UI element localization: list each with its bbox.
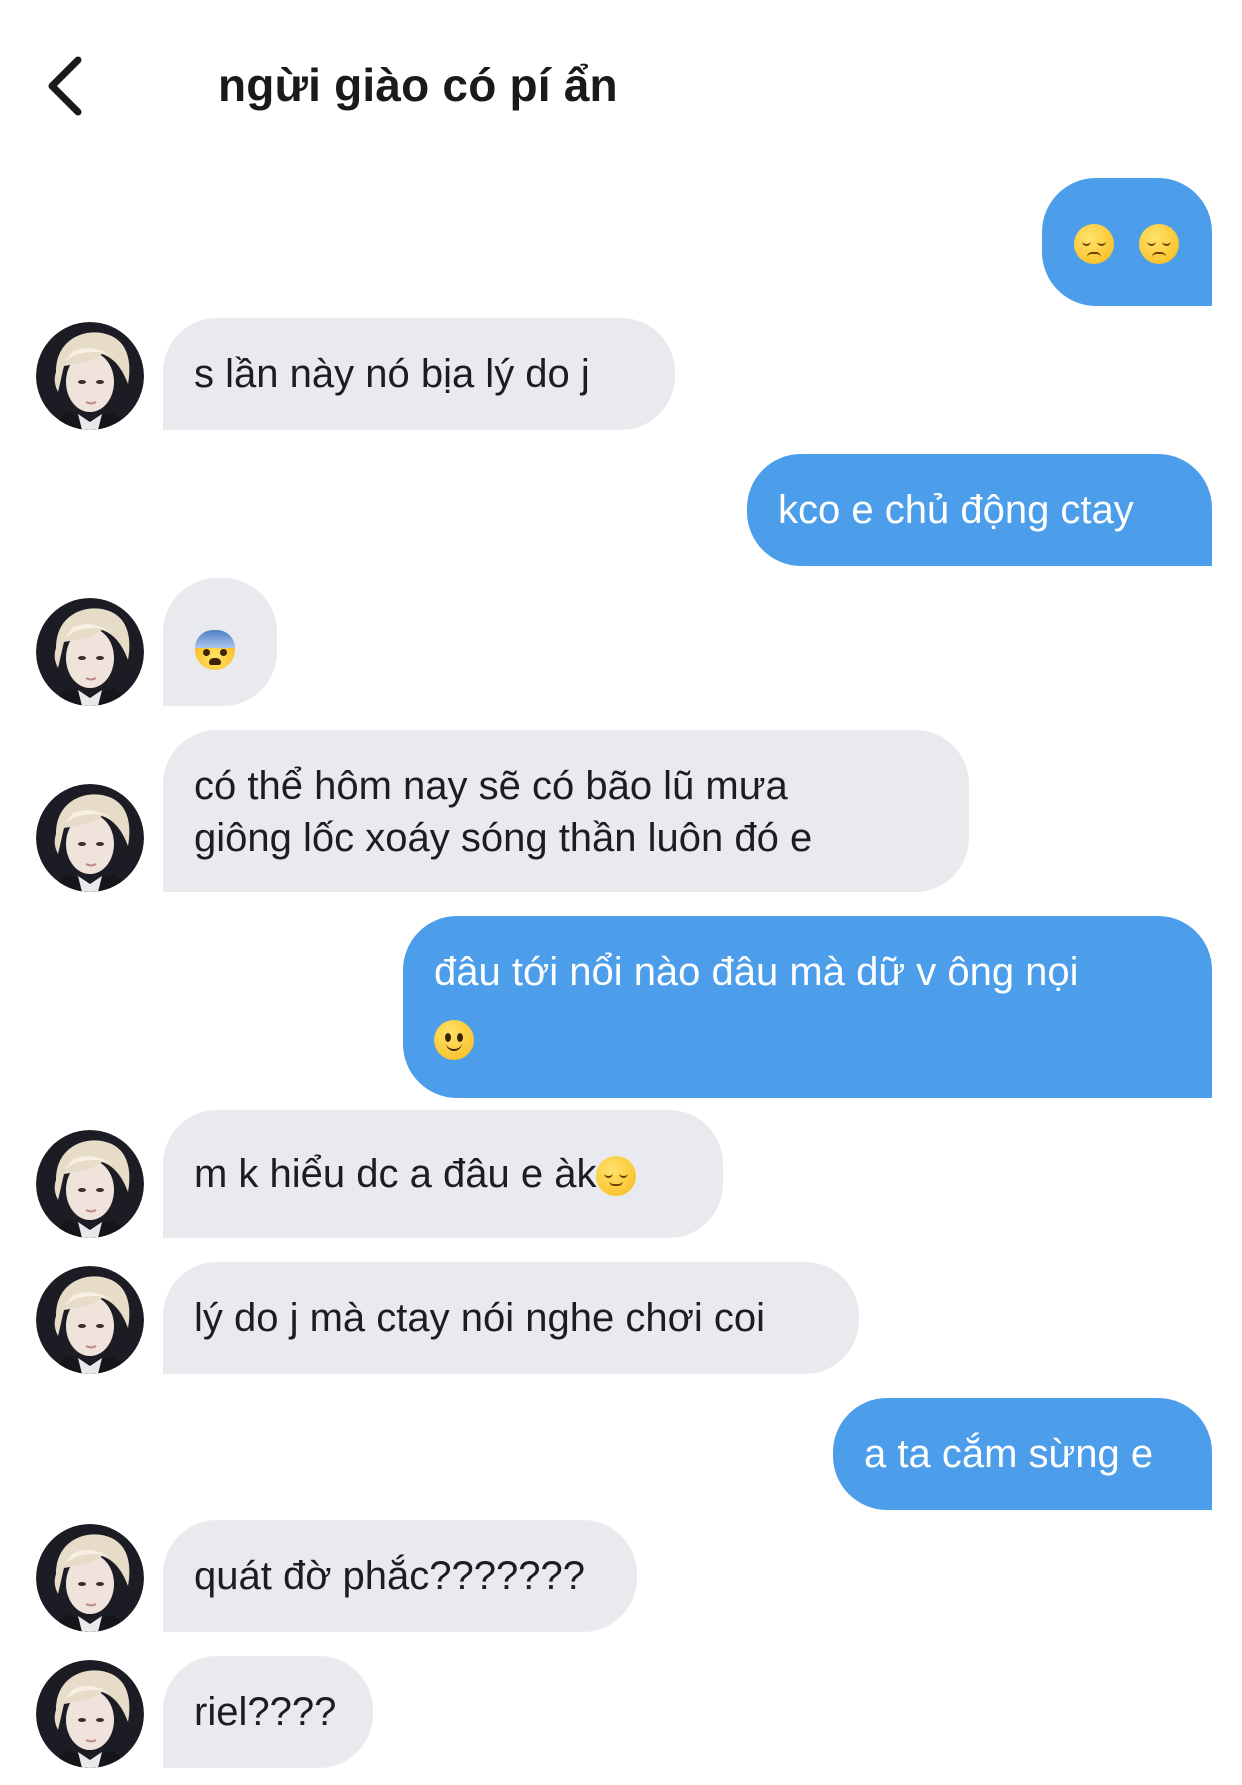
message-bubble-incoming[interactable]: quát đờ phắc??????? — [163, 1520, 637, 1632]
message-bubble-incoming[interactable]: m k hiểu dc a đâu e àk — [163, 1110, 723, 1238]
message-text: đâu tới nổi nào đâu mà dữ v ông nọi — [434, 950, 1079, 994]
message-bubble-outgoing[interactable]: a ta cắm sừng e — [833, 1398, 1212, 1510]
message-text: quát đờ phắc??????? — [194, 1554, 586, 1598]
contact-avatar[interactable] — [36, 1130, 144, 1238]
contact-avatar[interactable] — [36, 598, 144, 706]
message-bubble-outgoing[interactable]: đâu tới nổi nào đâu mà dữ v ông nọi — [403, 916, 1212, 1098]
contact-avatar[interactable] — [36, 784, 144, 892]
message-text: a ta cắm sừng e — [864, 1432, 1154, 1476]
pensive-face-icon — [1139, 224, 1180, 265]
relieved-face-icon — [596, 1156, 637, 1197]
message-bubble-incoming[interactable] — [163, 578, 277, 706]
fearful-face-icon — [195, 630, 235, 671]
message-bubble-outgoing[interactable]: kco e chủ động ctay — [747, 454, 1212, 566]
message-text: kco e chủ động ctay — [778, 488, 1134, 532]
back-button[interactable] — [40, 52, 96, 120]
message-text: riel???? — [194, 1690, 337, 1734]
contact-avatar[interactable] — [36, 1266, 144, 1374]
message-text-line-2: giông lốc xoáy sóng thần luôn đó e — [194, 816, 813, 860]
message-text: s lần này nó bịa lý do j — [194, 352, 590, 396]
slightly-smiling-face-icon — [434, 1020, 474, 1061]
chat-header: ngừi giào có pí ẩn — [0, 0, 1242, 170]
message-text-line-1: có thể hôm nay sẽ có bão lũ mưa — [194, 764, 788, 808]
message-text: m k hiểu dc a đâu e àk — [194, 1152, 597, 1196]
message-text: lý do j mà ctay nói nghe chơi coi — [194, 1296, 765, 1340]
chevron-left-icon — [48, 56, 82, 116]
message-bubble-incoming[interactable]: s lần này nó bịa lý do j — [163, 318, 675, 430]
contact-avatar[interactable] — [36, 1524, 144, 1632]
chat-title: ngừi giào có pí ẩn — [218, 59, 618, 111]
message-bubble-incoming[interactable]: lý do j mà ctay nói nghe chơi coi — [163, 1262, 859, 1374]
message-bubble-incoming[interactable]: có thể hôm nay sẽ có bão lũ mưa giông lố… — [163, 730, 969, 892]
contact-avatar[interactable] — [36, 322, 144, 430]
pensive-face-icon — [1074, 224, 1114, 265]
message-bubble-incoming[interactable]: riel???? — [163, 1656, 373, 1768]
message-bubble-outgoing[interactable] — [1042, 178, 1212, 306]
contact-avatar[interactable] — [36, 1660, 144, 1768]
